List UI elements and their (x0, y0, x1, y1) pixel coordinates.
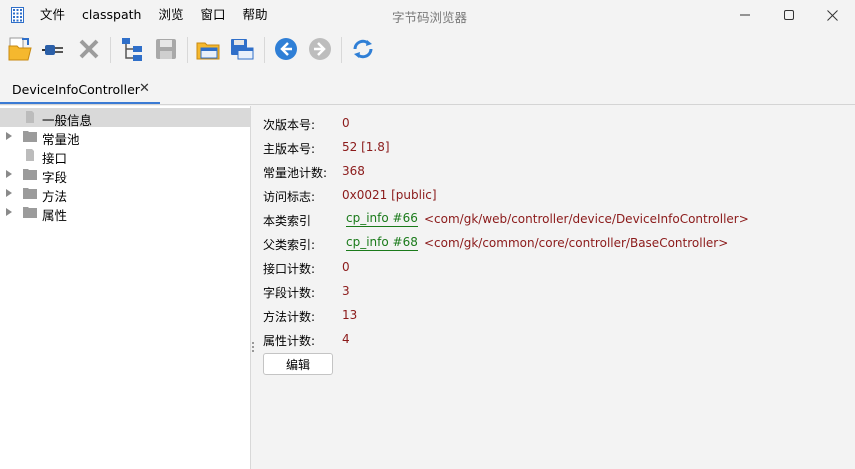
menu-classpath[interactable]: classpath (82, 7, 141, 23)
close-x-icon (79, 39, 99, 59)
folder-icon (23, 169, 37, 180)
plug-icon (42, 45, 63, 55)
toolbar-separator (187, 37, 188, 63)
attributes-count-label: 属性计数: (263, 334, 316, 348)
toolbar (0, 30, 855, 70)
tab-label: DeviceInfoController (12, 82, 140, 97)
attributes-count-value: 4 (342, 332, 350, 346)
major-version-value: 52 [1.8] (342, 140, 390, 154)
toolbar-separator (264, 37, 265, 63)
tab-bar: DeviceInfoController ✕ (0, 76, 855, 105)
this-class-link[interactable]: cp_info #66 (346, 211, 418, 227)
folder-icon (23, 188, 37, 199)
save-disk-icon (156, 39, 176, 59)
constant-pool-count-value: 368 (342, 164, 365, 178)
tab-close-icon[interactable]: ✕ (139, 81, 150, 96)
fields-count-label: 字段计数: (263, 286, 316, 300)
minimize-icon (740, 14, 750, 16)
toolbar-separator (110, 37, 111, 63)
minor-version-label: 次版本号: (263, 118, 316, 132)
tree-item-constant-pool[interactable]: 常量池 (0, 127, 250, 147)
tree-item-fields[interactable]: 字段 (0, 165, 250, 185)
menu-help[interactable]: 帮助 (243, 7, 268, 23)
panel-splitter-handle[interactable] (252, 342, 255, 356)
menu-file[interactable]: 文件 (40, 7, 65, 23)
forward-button[interactable] (307, 36, 333, 62)
super-class-link[interactable]: cp_info #68 (346, 235, 418, 251)
maximize-icon (784, 10, 794, 20)
refresh-button[interactable] (350, 36, 376, 62)
close-file-button[interactable] (76, 36, 102, 62)
tree-item-attributes[interactable]: 属性 (0, 203, 250, 223)
forward-arrow-icon (309, 38, 331, 60)
expand-arrow-icon[interactable] (6, 208, 12, 216)
super-class-label: 父类索引: (263, 238, 316, 252)
this-class-label: 本类索引 (263, 214, 312, 228)
back-arrow-icon (275, 38, 297, 60)
minor-version-value: 0 (342, 116, 350, 130)
this-class-desc: <com/gk/web/controller/device/DeviceInfo… (424, 212, 749, 226)
app-grid-icon (11, 7, 24, 23)
methods-count-value: 13 (342, 308, 358, 322)
close-icon (826, 9, 838, 21)
tree-structure-icon (122, 38, 142, 61)
tree-view-button[interactable] (119, 36, 145, 62)
open-file-button[interactable] (7, 36, 33, 62)
maximize-button[interactable] (766, 0, 812, 30)
tree-item-methods[interactable]: 方法 (0, 184, 250, 204)
expand-arrow-icon[interactable] (6, 170, 12, 178)
menu-window[interactable]: 窗口 (200, 7, 225, 23)
file-icon (26, 111, 34, 123)
interfaces-count-label: 接口计数: (263, 262, 316, 276)
constant-pool-count-label: 常量池计数: (263, 166, 328, 180)
tab-deviceinfocontroller[interactable]: DeviceInfoController ✕ (0, 76, 160, 104)
save-window-button[interactable] (229, 36, 255, 62)
tree-item-general-info[interactable]: 一般信息 (0, 108, 250, 128)
edit-button[interactable]: 编辑 (263, 353, 333, 375)
access-flags-value: 0x0021 [public] (342, 188, 437, 202)
close-window-button[interactable] (809, 0, 855, 30)
methods-count-label: 方法计数: (263, 310, 316, 324)
menu-bar: 文件 classpath 浏览 窗口 帮助 (40, 7, 285, 23)
minimize-button[interactable] (722, 0, 768, 30)
tree-item-label: 属性 (42, 208, 68, 223)
back-button[interactable] (273, 36, 299, 62)
open-folder-icon (8, 37, 32, 61)
plugin-button[interactable] (41, 36, 67, 62)
super-class-desc: <com/gk/common/core/controller/BaseContr… (424, 236, 729, 250)
structure-tree: 一般信息 常量池 接口 字段 方法 属性 (0, 106, 251, 469)
title-bar: 文件 classpath 浏览 窗口 帮助 字节码浏览器 (0, 0, 855, 30)
tree-item-interfaces[interactable]: 接口 (0, 146, 250, 166)
save-button[interactable] (153, 36, 179, 62)
expand-arrow-icon[interactable] (6, 189, 12, 197)
refresh-icon (353, 39, 373, 59)
folder-icon (23, 207, 37, 218)
major-version-label: 主版本号: (263, 142, 316, 156)
fields-count-value: 3 (342, 284, 350, 298)
save-window-icon (231, 39, 254, 60)
file-icon (26, 149, 34, 161)
open-window-button[interactable] (195, 36, 221, 62)
expand-arrow-icon[interactable] (6, 132, 12, 140)
window-title: 字节码浏览器 (392, 10, 468, 25)
open-folder-window-icon (196, 42, 220, 60)
interfaces-count-value: 0 (342, 260, 350, 274)
menu-browse[interactable]: 浏览 (158, 7, 183, 23)
access-flags-label: 访问标志: (263, 190, 316, 204)
toolbar-separator (341, 37, 342, 63)
folder-icon (23, 131, 37, 142)
